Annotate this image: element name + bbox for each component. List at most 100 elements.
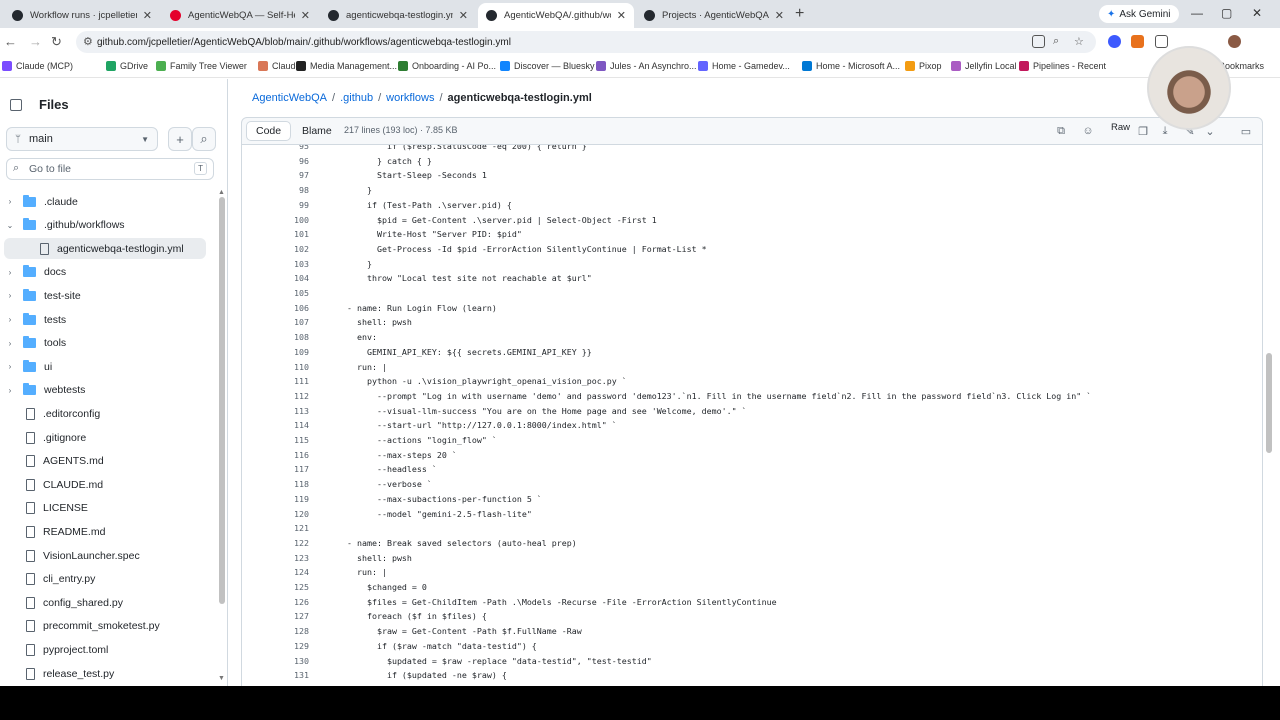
bookmark-item[interactable]: Claude xyxy=(258,61,301,71)
maximize-button[interactable]: ▢ xyxy=(1221,6,1232,20)
line-number[interactable]: 97 xyxy=(242,168,309,183)
line-number[interactable]: 103 xyxy=(242,257,309,272)
back-button[interactable]: ← xyxy=(4,34,17,49)
tree-file-item[interactable]: CLAUDE.md xyxy=(4,474,206,495)
page-scroll-thumb[interactable] xyxy=(1266,353,1272,453)
chevron-icon[interactable]: › xyxy=(4,386,16,395)
extensions-icon[interactable] xyxy=(1155,35,1168,48)
site-info-icon[interactable]: ⚙ xyxy=(83,35,93,48)
bookmark-item[interactable]: Claude (MCP) xyxy=(2,61,73,71)
bookmark-item[interactable]: Pixop xyxy=(905,61,942,71)
tree-file-item[interactable]: agenticwebqa-testlogin.yml xyxy=(4,238,206,260)
line-number[interactable]: 113 xyxy=(242,404,309,419)
ask-gemini-button[interactable]: ✦ Ask Gemini xyxy=(1099,5,1179,23)
tree-folder-item[interactable]: › ui xyxy=(4,356,206,377)
tree-file-item[interactable]: LICENSE xyxy=(4,498,206,519)
close-tab-icon[interactable]: ✕ xyxy=(301,9,310,22)
tree-file-item[interactable]: .gitignore xyxy=(4,427,206,448)
bookmark-item[interactable]: Pipelines - Recent xyxy=(1019,61,1106,71)
line-number[interactable]: 115 xyxy=(242,433,309,448)
tree-folder-item[interactable]: › docs xyxy=(4,262,206,283)
scroll-down-icon[interactable]: ▼ xyxy=(218,675,225,682)
line-number[interactable]: 117 xyxy=(242,462,309,477)
line-number[interactable]: 128 xyxy=(242,624,309,639)
line-number[interactable]: 121 xyxy=(242,521,309,536)
tree-file-item[interactable]: cli_entry.py xyxy=(4,569,206,590)
line-number[interactable]: 105 xyxy=(242,286,309,301)
profile-avatar[interactable] xyxy=(1228,35,1241,48)
bookmark-item[interactable]: Jellyfin Local xyxy=(951,61,1017,71)
tree-file-item[interactable]: .editorconfig xyxy=(4,403,206,424)
bookmark-item[interactable]: Family Tree Viewer xyxy=(156,61,247,71)
blame-tab[interactable]: Blame xyxy=(293,121,341,141)
collapse-panel-icon[interactable] xyxy=(10,98,22,111)
line-number[interactable]: 125 xyxy=(242,580,309,595)
breadcrumb-github-link[interactable]: .github xyxy=(340,92,373,104)
tree-folder-item[interactable]: › tests xyxy=(4,309,206,330)
bookmark-item[interactable]: Home - Microsoft A... xyxy=(802,61,900,71)
chevron-icon[interactable]: › xyxy=(4,362,16,371)
go-to-file-input[interactable]: ⌕ Go to file T xyxy=(6,158,214,180)
zoom-icon[interactable]: ⌕ xyxy=(1053,35,1066,48)
close-tab-icon[interactable]: ✕ xyxy=(143,9,152,22)
tree-folder-item[interactable]: › .claude xyxy=(4,191,206,212)
add-file-button[interactable]: + xyxy=(168,127,192,151)
sidebar-scrollbar[interactable]: ▲ ▼ xyxy=(218,189,226,684)
line-number[interactable]: 108 xyxy=(242,330,309,345)
chevron-icon[interactable]: › xyxy=(4,268,16,277)
symbols-icon[interactable]: ⧉ xyxy=(1051,122,1071,140)
tree-file-item[interactable]: config_shared.py xyxy=(4,592,206,613)
bookmark-item[interactable]: Discover — Bluesky xyxy=(500,61,595,71)
new-tab-button[interactable]: + xyxy=(795,5,804,23)
tree-file-item[interactable]: README.md xyxy=(4,521,206,542)
breadcrumb-repo-link[interactable]: AgenticWebQA xyxy=(252,92,327,104)
line-number[interactable]: 112 xyxy=(242,389,309,404)
line-number[interactable]: 95 xyxy=(242,145,309,154)
bookmark-item[interactable]: Media Management... xyxy=(296,61,397,71)
close-window-button[interactable]: ✕ xyxy=(1252,6,1262,20)
line-number[interactable]: 96 xyxy=(242,154,309,169)
bookmark-item[interactable]: Home - Gamedev... xyxy=(698,61,790,71)
browser-tab[interactable]: Workflow runs · jcpelletier/Spa ✕ xyxy=(4,3,160,28)
line-number[interactable]: 118 xyxy=(242,477,309,492)
chevron-icon[interactable]: › xyxy=(4,339,16,348)
sidebar-scroll-thumb[interactable] xyxy=(219,197,225,604)
minimize-button[interactable]: — xyxy=(1191,6,1203,20)
tree-folder-item[interactable]: › test-site xyxy=(4,285,206,306)
line-number[interactable]: 119 xyxy=(242,492,309,507)
password-extension-icon[interactable] xyxy=(1108,35,1121,48)
chevron-icon[interactable]: › xyxy=(4,291,16,300)
breadcrumb-workflows-link[interactable]: workflows xyxy=(386,92,434,104)
raw-button[interactable]: Raw xyxy=(1111,122,1130,133)
browser-tab[interactable]: agenticwebqa-testlogin.yml · jcpellet ✕ xyxy=(320,3,476,28)
browser-tab[interactable]: AgenticWebQA — Self-Healing ✕ xyxy=(162,3,318,28)
line-number[interactable]: 100 xyxy=(242,213,309,228)
line-number[interactable]: 124 xyxy=(242,565,309,580)
close-tab-icon[interactable]: ✕ xyxy=(617,9,626,22)
tree-file-item[interactable]: VisionLauncher.spec xyxy=(4,545,206,566)
copilot-icon[interactable]: ☺ xyxy=(1078,122,1098,140)
tree-folder-item[interactable]: ⌄ .github/workflows xyxy=(4,215,206,236)
line-number[interactable]: 130 xyxy=(242,654,309,669)
page-scrollbar[interactable] xyxy=(1264,145,1274,686)
line-number[interactable]: 129 xyxy=(242,639,309,654)
bookmark-item[interactable]: GDrive xyxy=(106,61,148,71)
scroll-up-icon[interactable]: ▲ xyxy=(218,189,225,196)
line-number[interactable]: 122 xyxy=(242,536,309,551)
copy-icon[interactable]: ❐ xyxy=(1133,122,1153,140)
bookmark-item[interactable]: Onboarding - AI Po... xyxy=(398,61,496,71)
line-number[interactable]: 109 xyxy=(242,345,309,360)
forward-button[interactable]: → xyxy=(29,34,42,49)
line-number[interactable]: 110 xyxy=(242,360,309,375)
chevron-icon[interactable]: ⌄ xyxy=(4,221,16,230)
bookmark-item[interactable]: Jules - An Asynchro... xyxy=(596,61,697,71)
tree-file-item[interactable]: AGENTS.md xyxy=(4,451,206,472)
bookmark-star-icon[interactable]: ☆ xyxy=(1074,35,1087,48)
search-button[interactable]: ⌕ xyxy=(192,127,216,151)
line-number[interactable]: 114 xyxy=(242,418,309,433)
line-number[interactable]: 116 xyxy=(242,448,309,463)
chevron-icon[interactable]: › xyxy=(4,197,16,206)
line-number[interactable]: 126 xyxy=(242,595,309,610)
tree-file-item[interactable]: pyproject.toml xyxy=(4,639,206,660)
metamask-extension-icon[interactable] xyxy=(1131,35,1144,48)
